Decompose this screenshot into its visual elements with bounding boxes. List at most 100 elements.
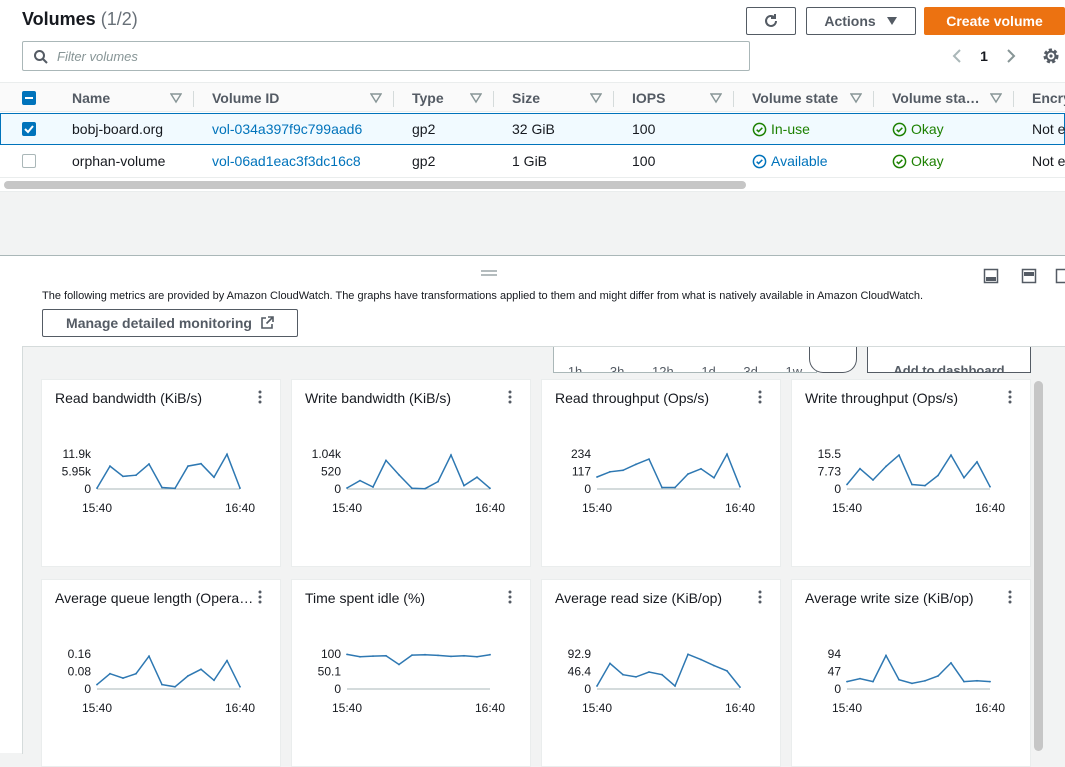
previous-page-button[interactable] <box>946 44 968 68</box>
series-line <box>597 454 740 487</box>
column-divider[interactable] <box>393 91 394 107</box>
more-options-icon[interactable] <box>258 390 262 404</box>
sort-icon[interactable] <box>990 92 1002 104</box>
metrics-refresh-button[interactable] <box>809 347 857 373</box>
column-divider[interactable] <box>1013 91 1014 107</box>
x-tick-label: 16:40 <box>725 701 755 715</box>
drag-handle-icon[interactable] <box>481 270 497 276</box>
refresh-button[interactable] <box>746 7 796 35</box>
metric-card: Average write size (KiB/op)9447015:4016:… <box>791 579 1031 767</box>
actions-button[interactable]: Actions <box>806 7 916 35</box>
data-point <box>213 679 215 681</box>
more-options-icon[interactable] <box>1008 590 1012 604</box>
y-tick-label: 520 <box>321 465 341 479</box>
table-row[interactable]: bobj-board.org vol-034a397f9c799aad6 gp2… <box>0 113 1065 145</box>
range-3h[interactable]: 3h <box>610 364 624 373</box>
column-divider[interactable] <box>873 91 874 107</box>
volume-status-label: Okay <box>911 153 944 169</box>
gear-icon[interactable] <box>1041 46 1061 66</box>
data-point <box>398 664 400 666</box>
more-options-icon[interactable] <box>258 590 262 604</box>
metric-chart: 11.9k5.95k015:4016:40 <box>42 440 282 520</box>
row-checkbox[interactable] <box>22 154 36 168</box>
data-point <box>450 454 452 456</box>
row-checkbox[interactable] <box>22 122 36 136</box>
range-3d[interactable]: 3d <box>743 364 757 373</box>
sort-icon[interactable] <box>590 92 602 104</box>
sort-icon[interactable] <box>710 92 722 104</box>
data-point <box>911 683 913 685</box>
y-tick-label: 46.4 <box>568 665 592 679</box>
indeterminate-icon <box>22 91 36 105</box>
check-circle-icon <box>752 154 767 169</box>
add-to-dashboard-button[interactable]: Add to dashboard <box>867 347 1031 373</box>
y-tick-label: 11.9k <box>63 447 92 461</box>
select-all-checkbox[interactable] <box>22 91 36 105</box>
column-header-size[interactable]: Size <box>512 83 582 113</box>
column-header-type[interactable]: Type <box>412 83 467 113</box>
data-point <box>489 654 491 656</box>
data-point <box>898 454 900 456</box>
page-number[interactable]: 1 <box>974 44 994 68</box>
more-options-icon[interactable] <box>1008 390 1012 404</box>
volume-status: Okay <box>892 114 1012 144</box>
data-point <box>476 476 478 478</box>
data-point <box>359 480 361 482</box>
table-row[interactable]: orphan-volume vol-06ad1eac3f3dc16c8 gp2 … <box>0 146 1065 178</box>
sort-icon[interactable] <box>470 92 482 104</box>
range-12h[interactable]: 12h <box>652 364 674 373</box>
column-header-volume-status[interactable]: Volume sta… <box>892 83 987 113</box>
panel-hide-icon[interactable] <box>1055 268 1065 284</box>
volume-id-link[interactable]: vol-06ad1eac3f3dc16c8 <box>212 146 392 176</box>
y-tick-label: 0 <box>834 482 841 496</box>
data-point <box>635 676 637 678</box>
page-title-text: Volumes <box>22 9 96 29</box>
data-point <box>963 477 965 479</box>
column-header-name[interactable]: Name <box>72 83 172 113</box>
column-divider[interactable] <box>193 91 194 107</box>
volume-state: In-use <box>752 114 872 144</box>
horizontal-scrollbar[interactable] <box>4 181 746 189</box>
column-divider[interactable] <box>613 91 614 107</box>
data-point <box>148 463 150 465</box>
data-point <box>122 677 124 679</box>
sort-icon[interactable] <box>170 92 182 104</box>
column-divider[interactable] <box>493 91 494 107</box>
range-1w[interactable]: 1w <box>786 364 803 373</box>
data-point <box>424 654 426 656</box>
panel-side-icon[interactable] <box>1021 268 1037 284</box>
vertical-scrollbar[interactable] <box>1034 381 1043 751</box>
more-options-icon[interactable] <box>758 590 762 604</box>
metric-title: Read bandwidth (KiB/s) <box>55 390 255 406</box>
range-1h[interactable]: 1h <box>568 364 582 373</box>
column-header-iops[interactable]: IOPS <box>632 83 702 113</box>
manage-monitoring-button[interactable]: Manage detailed monitoring <box>42 309 298 337</box>
column-header-volume-state[interactable]: Volume state <box>752 83 847 113</box>
volume-id-link[interactable]: vol-034a397f9c799aad6 <box>212 114 392 144</box>
column-divider[interactable] <box>733 91 734 107</box>
create-volume-button[interactable]: Create volume <box>924 7 1065 35</box>
filter-input[interactable] <box>55 47 735 65</box>
y-tick-label: 0 <box>334 682 341 696</box>
x-tick-label: 15:40 <box>82 701 112 715</box>
panel-bottom-icon[interactable] <box>983 268 999 284</box>
metric-title: Write throughput (Ops/s) <box>805 390 1005 406</box>
data-point <box>372 655 374 657</box>
more-options-icon[interactable] <box>758 390 762 404</box>
data-point <box>200 668 202 670</box>
y-tick-label: 50.1 <box>318 665 342 679</box>
external-link-icon <box>260 316 274 330</box>
series-line <box>847 455 990 487</box>
data-point <box>687 653 689 655</box>
data-point <box>489 487 491 489</box>
column-header-encryption[interactable]: Encry <box>1032 83 1065 113</box>
search-icon <box>33 49 49 65</box>
more-options-icon[interactable] <box>508 390 512 404</box>
next-page-button[interactable] <box>1000 44 1022 68</box>
column-header-volume-id[interactable]: Volume ID <box>212 83 362 113</box>
sort-icon[interactable] <box>370 92 382 104</box>
more-options-icon[interactable] <box>508 590 512 604</box>
sort-icon[interactable] <box>850 92 862 104</box>
range-1d[interactable]: 1d <box>701 364 715 373</box>
series-line <box>347 455 490 489</box>
